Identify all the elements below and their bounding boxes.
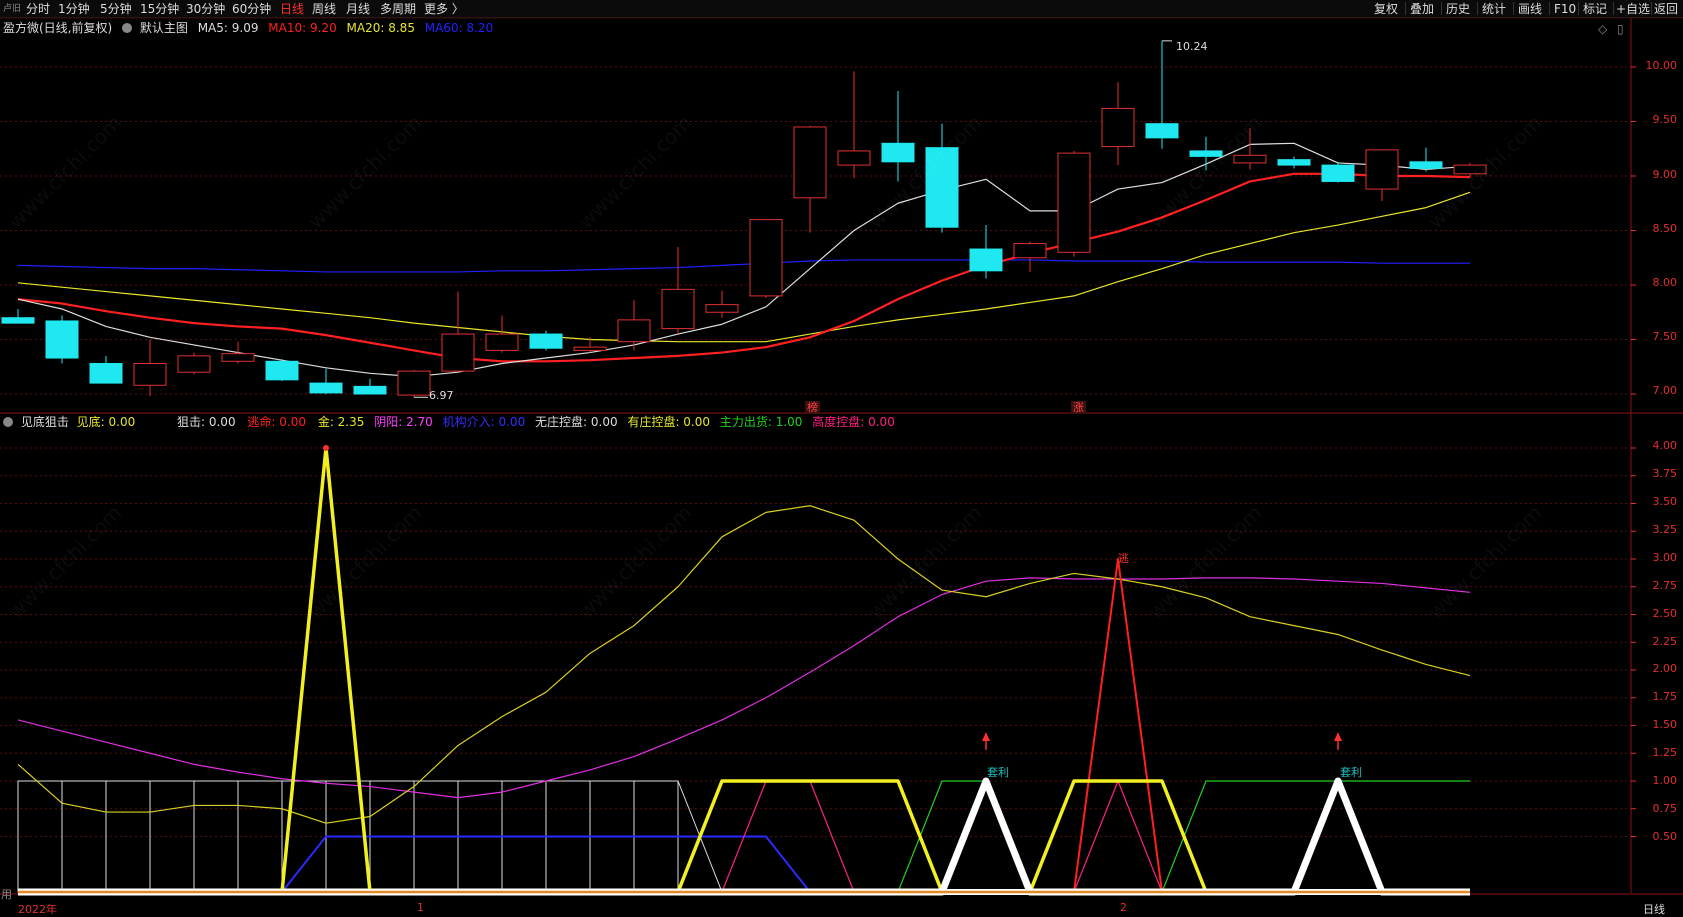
low-price-label: 6.97	[429, 389, 454, 402]
taoli-arrow-head	[982, 732, 990, 742]
indicator-tick: 3.75	[1652, 467, 1678, 480]
price-tick: 9.50	[1652, 113, 1678, 126]
wuzhuang-box	[61, 780, 107, 893]
ma20-line	[17, 191, 1471, 343]
candle-body-up	[1453, 164, 1487, 175]
candle-body-down	[45, 320, 79, 359]
gold-line	[17, 505, 1471, 824]
candle-body-down	[1145, 123, 1179, 139]
candle-body-up	[177, 355, 211, 373]
price-tick: 8.00	[1652, 276, 1678, 289]
taoli-marker: 套利	[1340, 766, 1362, 779]
candle-body-up	[1365, 149, 1399, 190]
indicator-tick: 3.00	[1652, 551, 1678, 564]
date-axis-month: 2	[1120, 901, 1127, 914]
candle-body-up	[221, 353, 255, 362]
price-tick: 7.00	[1652, 384, 1678, 397]
candle-body-up	[705, 304, 739, 313]
period-indicator-tab[interactable]: 日线	[1643, 901, 1665, 917]
candle-body-up	[397, 370, 431, 396]
taoli-marker: 套利	[987, 766, 1009, 779]
candle-body-up	[573, 346, 607, 351]
tao-marker: 逃	[1118, 552, 1129, 565]
candle-body-down	[89, 362, 123, 384]
candle-body-down	[265, 360, 299, 381]
wuzhuang-box	[105, 780, 151, 893]
high-price-label: 10.24	[1176, 40, 1208, 53]
indicator-tick: 1.75	[1652, 690, 1678, 703]
indicator-tick: 1.50	[1652, 718, 1678, 731]
candle-body-down	[1189, 150, 1223, 157]
bottom-corner-label: 用	[1, 888, 12, 901]
candle-body-down	[925, 147, 959, 228]
candle-body-up	[661, 288, 695, 330]
candle-body-down	[1, 317, 35, 324]
candle-body-up	[1057, 152, 1091, 253]
indicator-tick: 3.25	[1652, 523, 1678, 536]
candle-body-down	[353, 385, 387, 395]
price-tick: 8.50	[1652, 222, 1678, 235]
candle-body-down	[1277, 159, 1311, 166]
ma60-line	[17, 259, 1470, 273]
candle-body-up	[441, 333, 475, 372]
indicator-tick: 2.75	[1652, 579, 1678, 592]
indicator-tick: 3.50	[1652, 495, 1678, 508]
indicator-tick: 1.25	[1652, 746, 1678, 759]
indicator-tick: 0.50	[1652, 830, 1678, 843]
candle-body-down	[1321, 164, 1355, 182]
date-axis-month: 1	[417, 901, 424, 914]
price-tick: 10.00	[1645, 59, 1678, 72]
candle-body-up	[1101, 107, 1135, 148]
date-axis-year: 2022年	[18, 903, 57, 916]
zhang-marker[interactable]: 涨	[1071, 401, 1086, 414]
candle-body-up	[793, 126, 827, 199]
candle-body-down	[1409, 161, 1443, 169]
yinyang-line	[17, 577, 1471, 799]
indicator-tick: 4.00	[1652, 439, 1678, 452]
indicator-tick: 1.00	[1652, 774, 1678, 787]
taoli-arrow-head	[1334, 732, 1342, 742]
candle-body-up	[1233, 154, 1267, 164]
ma10-line	[17, 172, 1471, 363]
candle-body-up	[133, 362, 167, 386]
jigou-line	[18, 835, 1470, 893]
candle-body-down	[969, 248, 1003, 272]
indicator-tick: 2.50	[1652, 607, 1678, 620]
indicator-tick: 0.75	[1652, 802, 1678, 815]
candle-body-up	[837, 150, 871, 166]
candle-body-up	[617, 319, 651, 343]
kline-chart[interactable]	[0, 0, 1683, 916]
indicator-tick: 2.25	[1652, 635, 1678, 648]
price-tick: 7.50	[1652, 330, 1678, 343]
candle-body-down	[881, 142, 915, 163]
jiandi-peak-dot	[323, 445, 329, 451]
bang-marker[interactable]: 榜	[805, 401, 820, 414]
candle-body-up	[1013, 243, 1047, 259]
candle-body-down	[529, 333, 563, 349]
candle-body-up	[485, 333, 519, 351]
candle-body-down	[309, 382, 343, 394]
indicator-tick: 2.00	[1652, 662, 1678, 675]
candle-body-up	[749, 219, 783, 297]
price-tick: 9.00	[1652, 168, 1678, 181]
